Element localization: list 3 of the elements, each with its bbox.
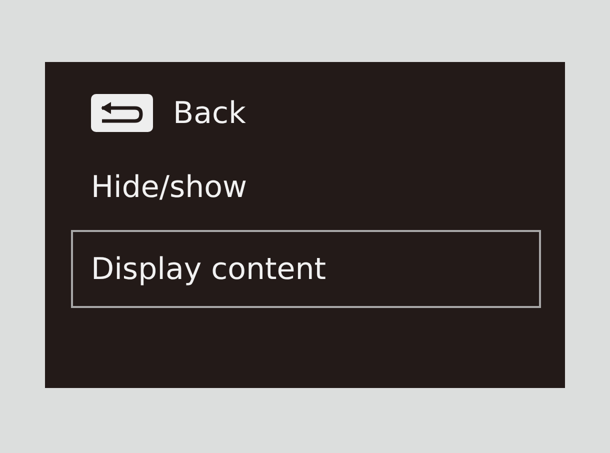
menu-item[interactable]: Hide/show	[71, 148, 541, 226]
menu-item[interactable]: Display content	[71, 230, 541, 308]
menu-item[interactable]: Back	[71, 82, 541, 144]
